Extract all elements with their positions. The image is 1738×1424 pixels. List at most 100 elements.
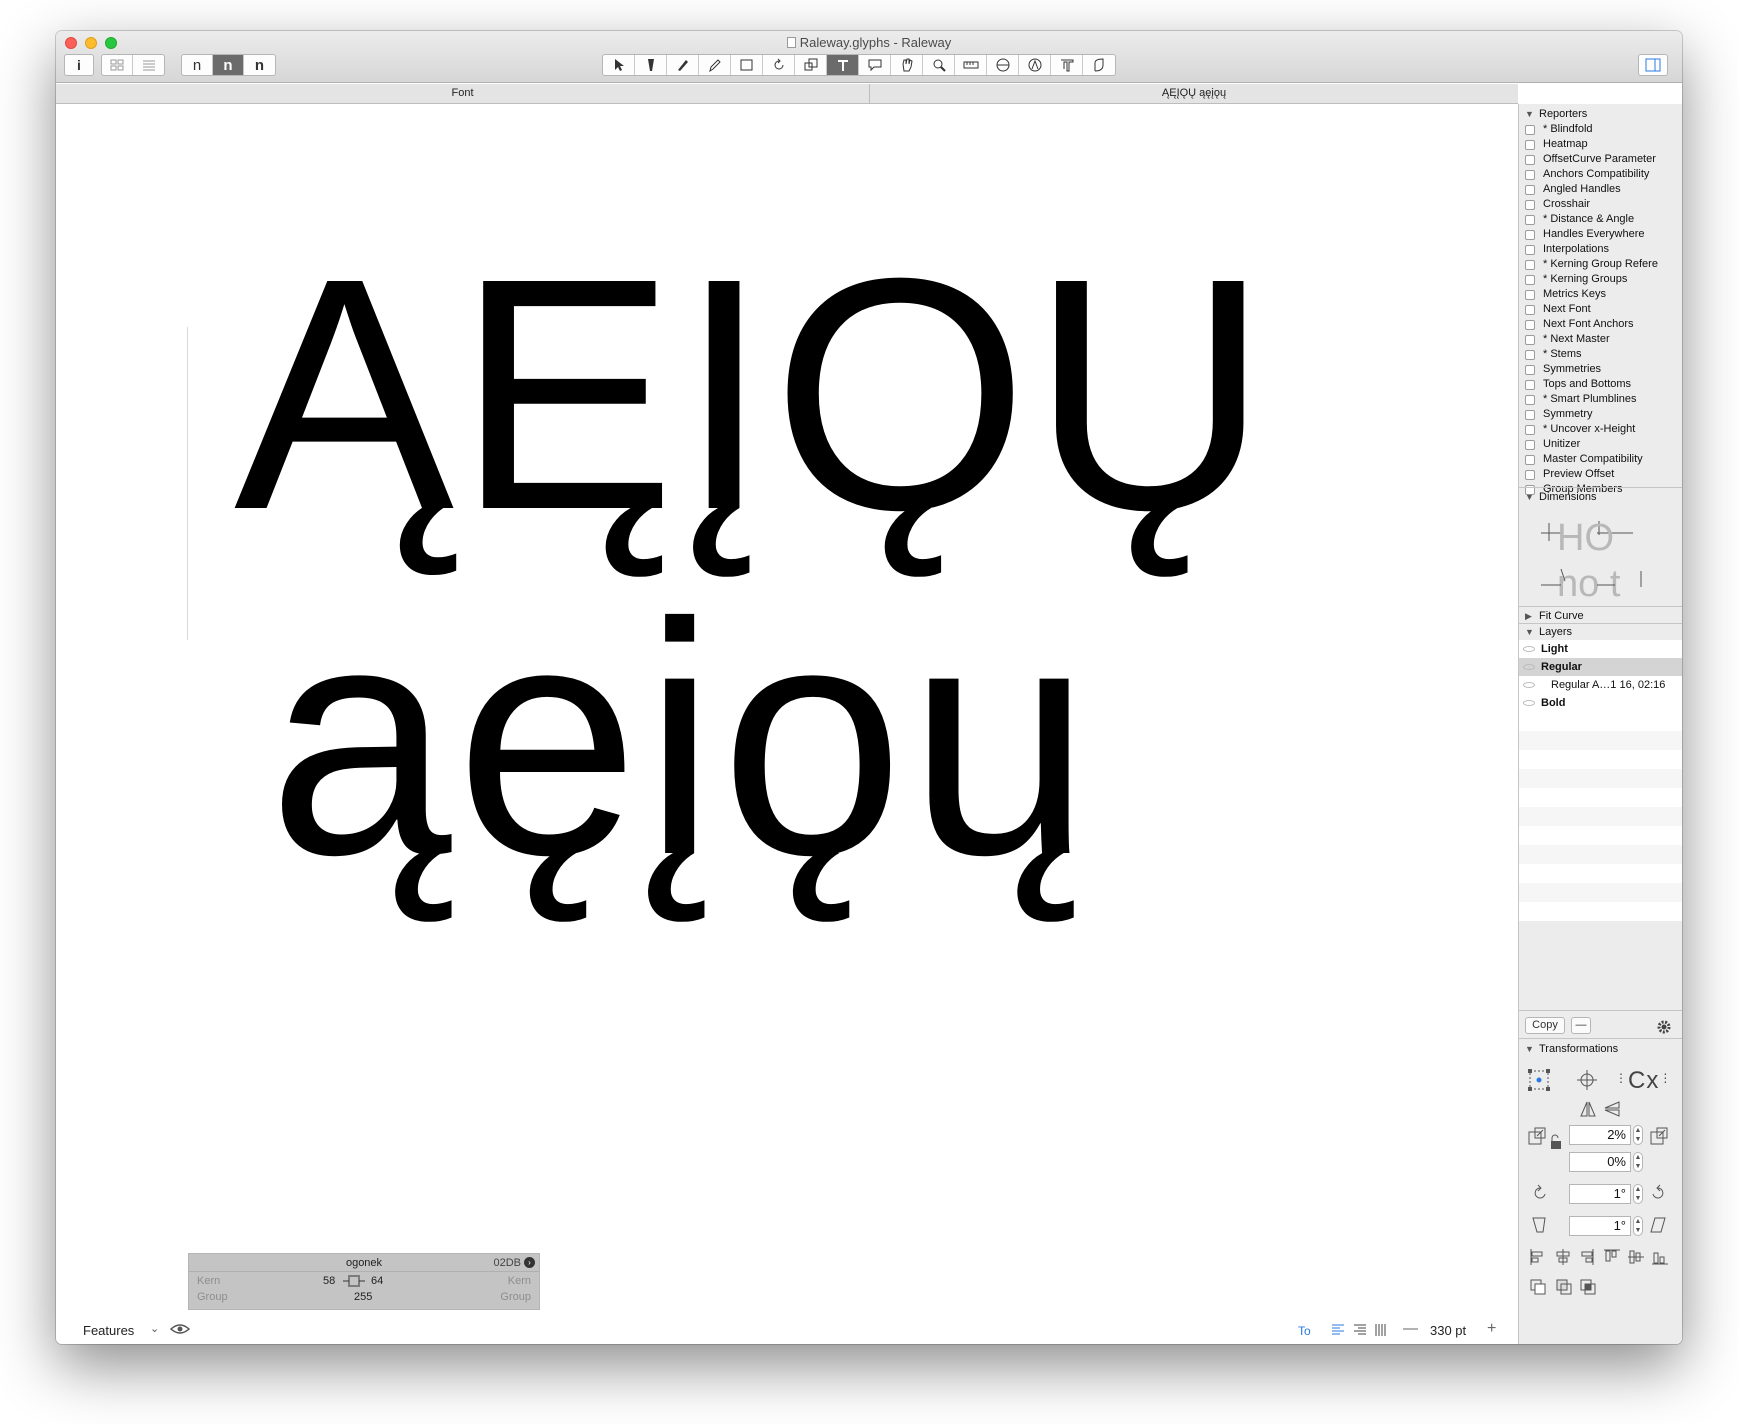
layer-visibility-icon[interactable] bbox=[1523, 700, 1535, 706]
pencil-tool[interactable] bbox=[699, 55, 731, 75]
reporter-checkbox[interactable] bbox=[1525, 140, 1535, 150]
reporter-item[interactable]: Heatmap bbox=[1519, 137, 1682, 152]
reporter-checkbox[interactable] bbox=[1525, 215, 1535, 225]
list-view-button[interactable] bbox=[133, 55, 164, 75]
reporter-checkbox[interactable] bbox=[1525, 230, 1535, 240]
zoom-level[interactable]: 330 pt bbox=[1430, 1323, 1466, 1338]
scale-up-icon[interactable] bbox=[1649, 1126, 1669, 1146]
glyph-line-uppercase[interactable]: ĄĘĮǪŲ bbox=[234, 229, 1271, 559]
reporter-item[interactable]: Next Font bbox=[1519, 302, 1682, 317]
reporter-item[interactable]: OffsetCurve Parameter bbox=[1519, 152, 1682, 167]
gear-icon[interactable] bbox=[1656, 1019, 1672, 1035]
zoom-tool[interactable] bbox=[923, 55, 955, 75]
reporter-item[interactable]: * Smart Plumblines bbox=[1519, 392, 1682, 407]
reporter-checkbox[interactable] bbox=[1525, 350, 1535, 360]
layer-visibility-icon[interactable] bbox=[1523, 682, 1535, 688]
copy-layer-button[interactable]: Copy bbox=[1525, 1017, 1565, 1034]
reporter-checkbox[interactable] bbox=[1525, 425, 1535, 435]
scale-y-stepper[interactable]: ▲ ▼ bbox=[1633, 1152, 1643, 1172]
left-sidebearing-value[interactable]: 58 bbox=[323, 1275, 335, 1287]
draw-tool[interactable] bbox=[667, 55, 699, 75]
layer-row[interactable]: Bold bbox=[1519, 694, 1682, 712]
fit-curve-header[interactable]: ▶ Fit Curve bbox=[1519, 608, 1682, 624]
cx-origin-label[interactable]: ⋮Cx⋮ bbox=[1615, 1067, 1672, 1095]
info-button[interactable]: i bbox=[64, 54, 94, 76]
slant-stepper[interactable]: ▲ ▼ bbox=[1633, 1216, 1643, 1236]
reporter-item[interactable]: * Stems bbox=[1519, 347, 1682, 362]
flip-vertical-icon[interactable] bbox=[1603, 1100, 1621, 1118]
reporter-checkbox[interactable] bbox=[1525, 365, 1535, 375]
reporter-item[interactable]: Symmetries bbox=[1519, 362, 1682, 377]
reporter-item[interactable]: Handles Everywhere bbox=[1519, 227, 1682, 242]
glyph-width-value[interactable]: 255 bbox=[354, 1291, 372, 1303]
reporter-checkbox[interactable] bbox=[1525, 275, 1535, 285]
text-tool[interactable] bbox=[827, 55, 859, 75]
text-direction-icon[interactable]: To bbox=[1298, 1323, 1316, 1337]
flip-horizontal-icon[interactable] bbox=[1579, 1100, 1597, 1118]
glyph-name[interactable]: ogonek bbox=[189, 1257, 539, 1269]
knife-tool[interactable] bbox=[987, 55, 1019, 75]
rotate-angle-field[interactable]: 1° bbox=[1569, 1184, 1631, 1204]
reporter-checkbox[interactable] bbox=[1525, 200, 1535, 210]
primitives-tool[interactable] bbox=[731, 55, 763, 75]
tab-edit-text[interactable]: ĄĘĮǪŲ ąęįǫų bbox=[870, 84, 1518, 103]
grid-view-button[interactable] bbox=[102, 55, 133, 75]
scale-tool[interactable] bbox=[795, 55, 827, 75]
remove-layer-button[interactable]: — bbox=[1571, 1017, 1591, 1034]
vertical-text-icon[interactable] bbox=[1374, 1323, 1388, 1337]
reporter-checkbox[interactable] bbox=[1525, 245, 1535, 255]
reporter-checkbox[interactable] bbox=[1525, 380, 1535, 390]
reporter-checkbox[interactable] bbox=[1525, 440, 1535, 450]
align-left-icon[interactable] bbox=[1331, 1323, 1345, 1337]
reporters-header[interactable]: ▼ Reporters bbox=[1519, 106, 1682, 122]
layers-header[interactable]: ▼ Layers bbox=[1519, 624, 1682, 640]
reporter-item[interactable]: Tops and Bottoms bbox=[1519, 377, 1682, 392]
reporter-item[interactable]: Metrics Keys bbox=[1519, 287, 1682, 302]
rotate-stepper[interactable]: ▲ ▼ bbox=[1633, 1184, 1643, 1204]
reporter-checkbox[interactable] bbox=[1525, 290, 1535, 300]
reporter-item[interactable]: Crosshair bbox=[1519, 197, 1682, 212]
reporter-item[interactable]: * Distance & Angle bbox=[1519, 212, 1682, 227]
reporter-item[interactable]: Next Font Anchors bbox=[1519, 317, 1682, 332]
reporter-item[interactable]: Symmetry bbox=[1519, 407, 1682, 422]
scale-x-field[interactable]: 2% bbox=[1569, 1125, 1631, 1145]
chevron-down-icon[interactable]: ⌄ bbox=[150, 1322, 159, 1335]
dimensions-header[interactable]: ▼ Dimensions bbox=[1519, 489, 1682, 505]
eye-icon[interactable] bbox=[170, 1323, 190, 1335]
outline-preview-button[interactable]: n bbox=[182, 55, 213, 75]
reporter-checkbox[interactable] bbox=[1525, 335, 1535, 345]
reporter-checkbox[interactable] bbox=[1525, 185, 1535, 195]
reporter-checkbox[interactable] bbox=[1525, 320, 1535, 330]
reporter-checkbox[interactable] bbox=[1525, 470, 1535, 480]
reporter-item[interactable]: Angled Handles bbox=[1519, 182, 1682, 197]
reporter-item[interactable]: Unitizer bbox=[1519, 437, 1682, 452]
layer-row[interactable]: Regular A…1 16, 02:16 bbox=[1519, 676, 1682, 694]
rotate-cw-icon[interactable] bbox=[1649, 1184, 1667, 1202]
layer-visibility-icon[interactable] bbox=[1523, 646, 1535, 652]
reporter-item[interactable]: Interpolations bbox=[1519, 242, 1682, 257]
reporter-item[interactable]: Preview Offset bbox=[1519, 467, 1682, 482]
slant-right-icon[interactable] bbox=[1649, 1216, 1667, 1234]
reporter-checkbox[interactable] bbox=[1525, 155, 1535, 165]
annotation-tool[interactable] bbox=[859, 55, 891, 75]
hand-tool[interactable] bbox=[891, 55, 923, 75]
glyph-unicode[interactable]: 02DB bbox=[493, 1257, 521, 1269]
reporter-checkbox[interactable] bbox=[1525, 455, 1535, 465]
slant-left-icon[interactable] bbox=[1531, 1216, 1549, 1234]
go-to-glyph-icon[interactable]: › bbox=[524, 1257, 535, 1268]
reporter-checkbox[interactable] bbox=[1525, 170, 1535, 180]
reporter-item[interactable]: Anchors Compatibility bbox=[1519, 167, 1682, 182]
lock-icon[interactable] bbox=[1549, 1134, 1563, 1150]
reporter-checkbox[interactable] bbox=[1525, 395, 1535, 405]
align-right-icon[interactable] bbox=[1353, 1323, 1367, 1337]
layer-visibility-icon[interactable] bbox=[1523, 664, 1535, 670]
select-all-layers-tool[interactable] bbox=[635, 55, 667, 75]
transformations-header[interactable]: ▼ Transformations bbox=[1519, 1041, 1682, 1057]
anchor-tool[interactable] bbox=[1019, 55, 1051, 75]
select-tool[interactable] bbox=[603, 55, 635, 75]
reporter-item[interactable]: * Kerning Group Refere bbox=[1519, 257, 1682, 272]
edit-canvas[interactable]: ĄĘĮǪŲ ąęįǫų ogonek 02DB › Kern Kern 58 6… bbox=[56, 104, 1518, 1344]
features-popup[interactable]: Features bbox=[83, 1323, 134, 1338]
toggle-sidebar-button[interactable] bbox=[1638, 54, 1668, 76]
filled-preview-button[interactable]: n bbox=[213, 55, 244, 75]
